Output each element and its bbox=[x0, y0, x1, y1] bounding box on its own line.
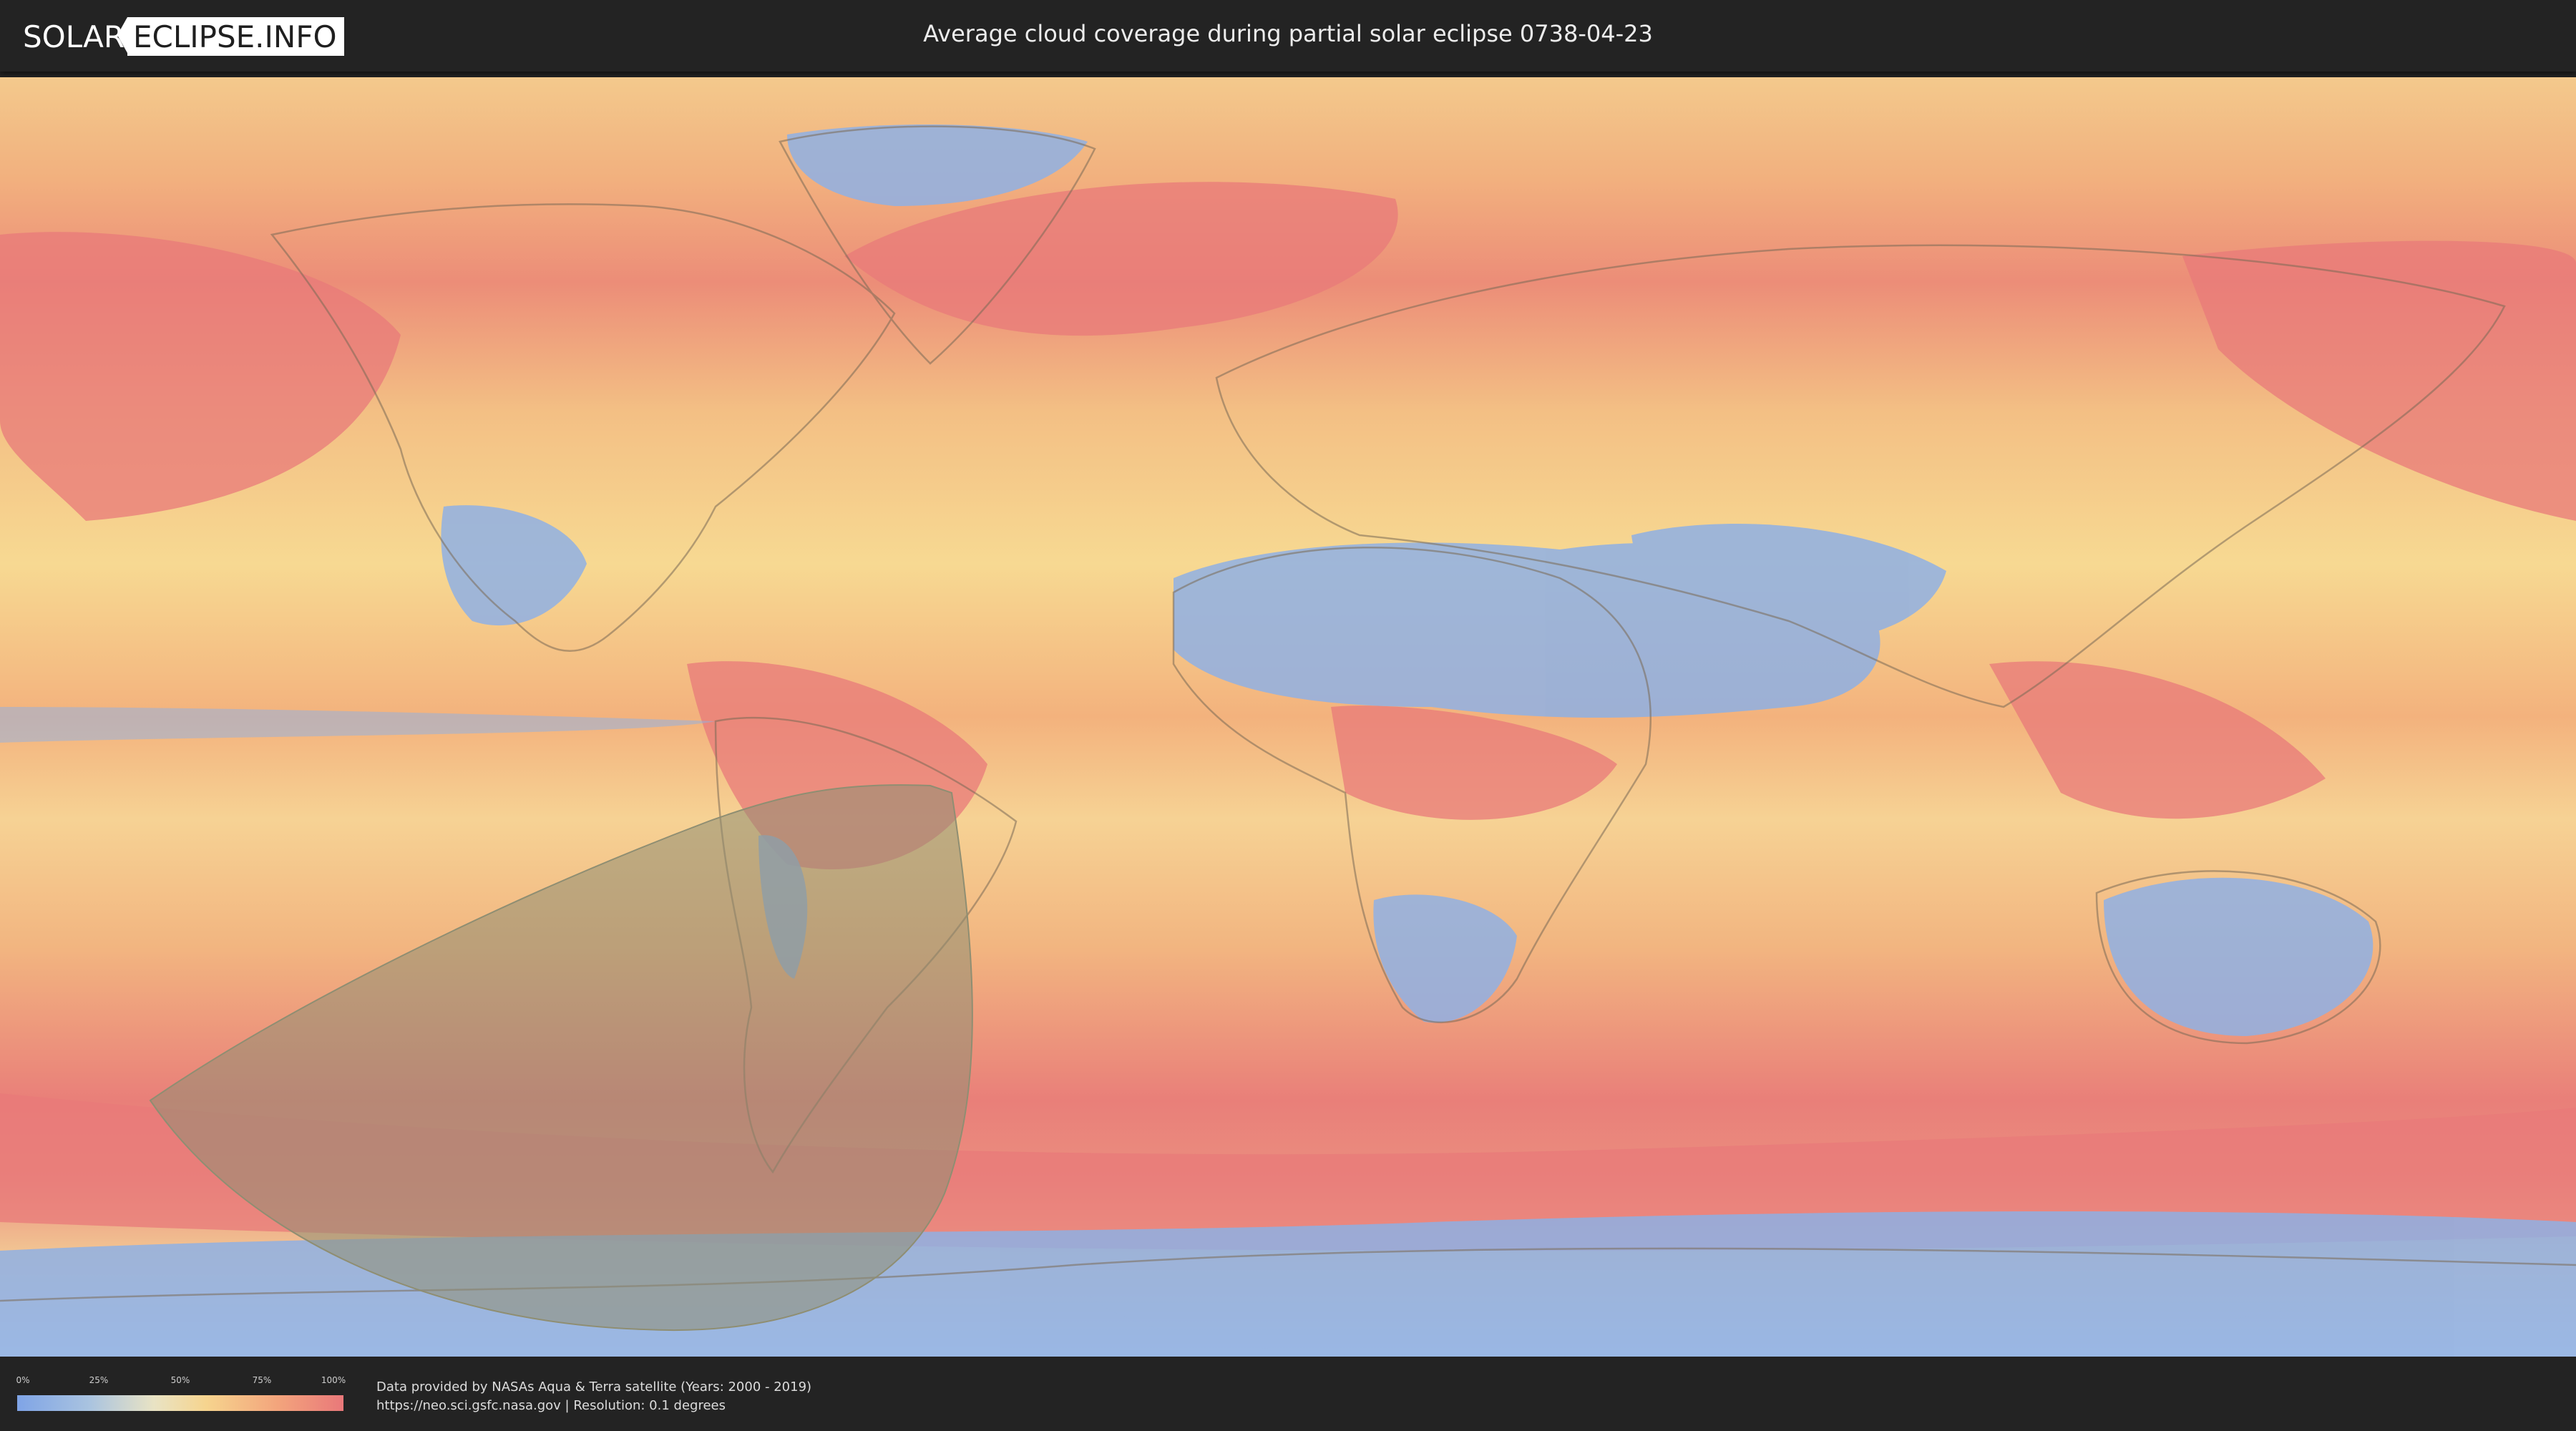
legend-tick-0: 0% bbox=[16, 1375, 30, 1385]
cloud-coverage-map[interactable] bbox=[0, 77, 2576, 1357]
legend-ticks: 0% 25% 50% 75% 100% bbox=[16, 1375, 346, 1388]
page-title: Average cloud coverage during partial so… bbox=[923, 20, 1653, 47]
legend-tick-50: 50% bbox=[170, 1375, 190, 1385]
legend-tick-100: 100% bbox=[321, 1375, 346, 1385]
legend-tick-75: 75% bbox=[252, 1375, 272, 1385]
data-credits: Data provided by NASAs Aqua & Terra sate… bbox=[376, 1378, 811, 1415]
credits-line-source: Data provided by NASAs Aqua & Terra sate… bbox=[376, 1379, 812, 1395]
cloud-coverage-legend: 0% 25% 50% 75% 100% bbox=[16, 1375, 346, 1411]
legend-tick-25: 25% bbox=[89, 1375, 109, 1385]
credits-line-url[interactable]: https://neo.sci.gsfc.nasa.gov | Resoluti… bbox=[376, 1397, 811, 1415]
legend-color-bar bbox=[17, 1395, 343, 1411]
header-bar: SOLAR ECLIPSE.INFO Average cloud coverag… bbox=[0, 0, 2576, 72]
